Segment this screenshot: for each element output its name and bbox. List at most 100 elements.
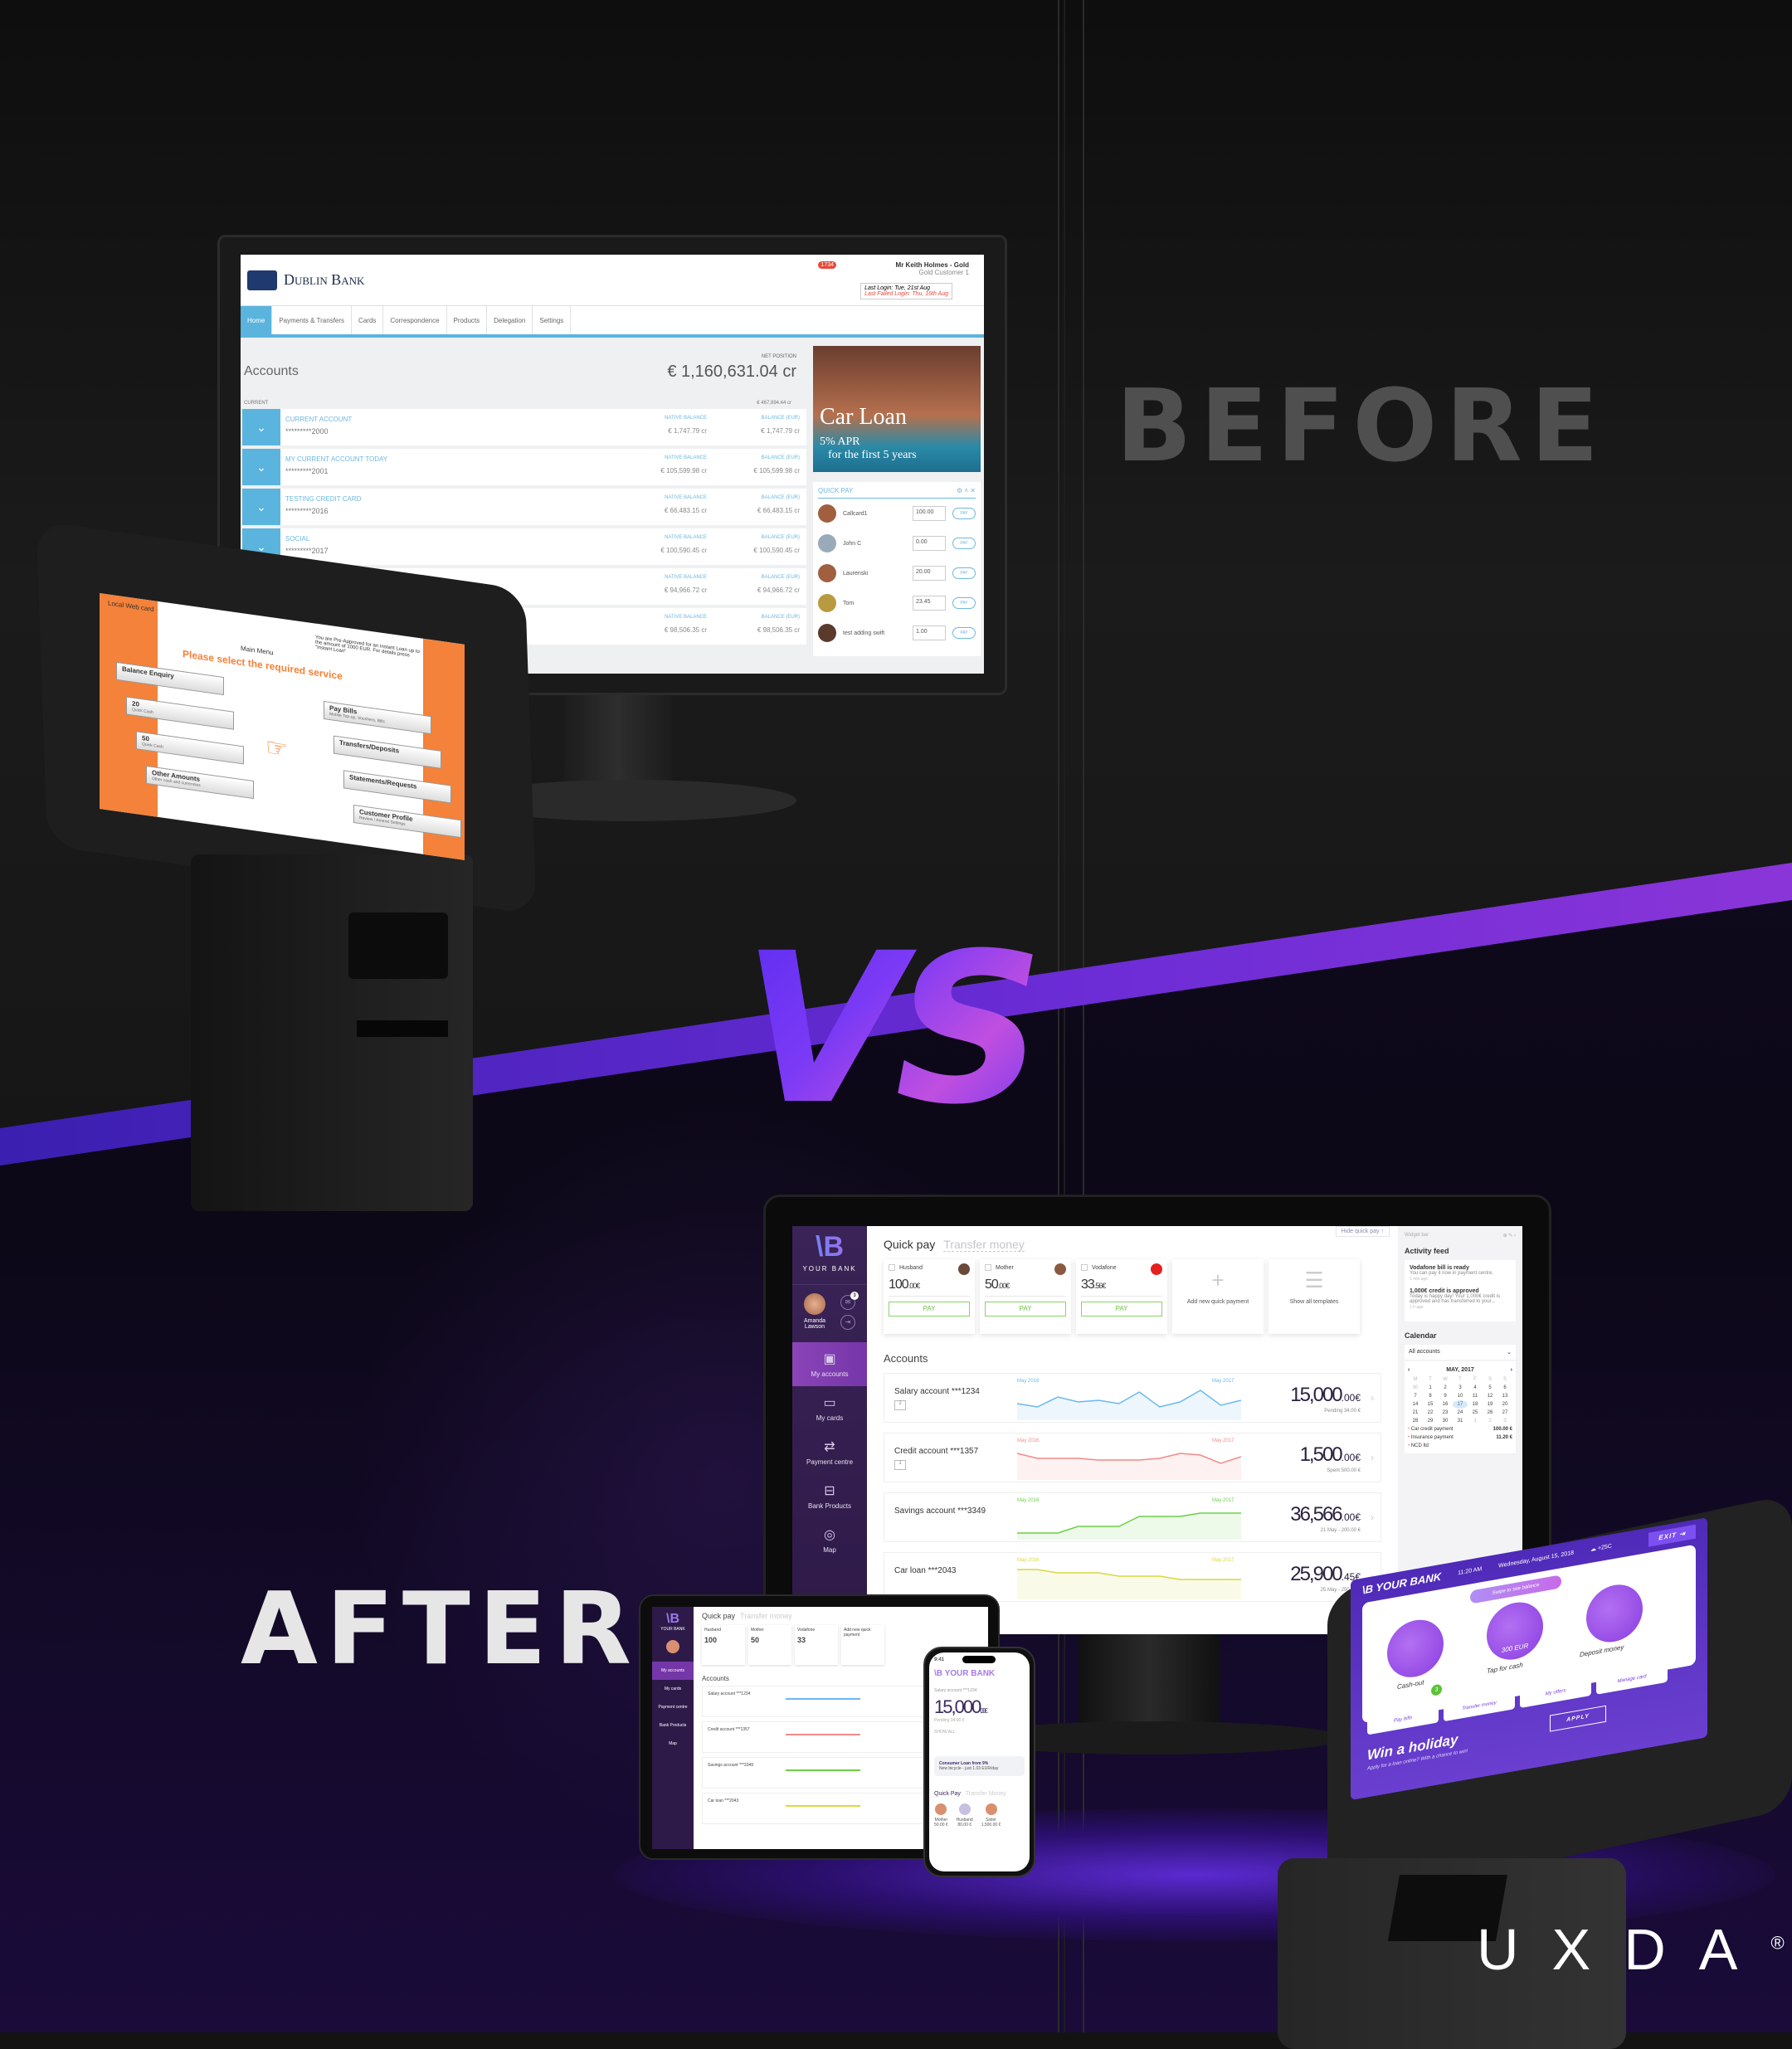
nav-home[interactable]: Home: [241, 306, 273, 334]
calendar-day[interactable]: 2: [1438, 1384, 1453, 1392]
account-row[interactable]: ⌄ CURRENT ACCOUNT *********2000 NATIVE BALA…: [242, 409, 806, 445]
amount-input[interactable]: 23.45: [913, 596, 946, 611]
calendar-day[interactable]: 1: [1468, 1417, 1483, 1425]
amount-input[interactable]: 1.00: [913, 625, 946, 640]
amount-input[interactable]: 100.00: [913, 506, 946, 521]
nav-settings[interactable]: Settings: [533, 306, 572, 334]
atm-btn-pay-bills[interactable]: Pay Bills Mobile Top-up, Vouchers, Bills: [324, 700, 431, 735]
prev-month-icon[interactable]: ‹: [1408, 1367, 1410, 1373]
calendar-day[interactable]: 22: [1423, 1409, 1438, 1417]
nav-map[interactable]: ◎ Map: [792, 1518, 867, 1562]
chevron-down-icon[interactable]: ⌄: [242, 489, 280, 525]
pay-button[interactable]: PAY: [889, 1302, 970, 1317]
calendar-event[interactable]: NCD ltd: [1408, 1442, 1512, 1450]
calendar-day[interactable]: 30: [1408, 1384, 1423, 1392]
deposit-money-button[interactable]: [1586, 1579, 1643, 1647]
calendar-event[interactable]: Car credit payment 100.00 €: [1408, 1425, 1512, 1433]
calendar-day[interactable]: 9: [1438, 1392, 1453, 1400]
nav-my-cards[interactable]: My cards: [652, 1680, 694, 1698]
nav-correspondence[interactable]: Correspondence: [383, 306, 447, 334]
pay-button[interactable]: PAY: [952, 508, 976, 519]
calendar-day[interactable]: 17: [1453, 1400, 1468, 1409]
show-all-link[interactable]: SHOW ALL: [934, 1730, 1025, 1735]
pay-button[interactable]: PAY: [952, 627, 976, 639]
chevron-right-icon[interactable]: ›: [1371, 1452, 1374, 1463]
widget-controls-icon[interactable]: ⊕ ✎ ›: [1503, 1233, 1516, 1239]
tab-transfer-money[interactable]: Transfer money: [740, 1612, 792, 1620]
tab-quick-pay[interactable]: Quick pay: [702, 1612, 735, 1620]
car-loan-banner[interactable]: Car Loan 5% APR for the first 5 years: [813, 346, 981, 472]
calendar-day[interactable]: 27: [1497, 1409, 1512, 1417]
nav-my-accounts[interactable]: My accounts: [652, 1662, 694, 1680]
nav-bank-products[interactable]: ⊟ Bank Products: [792, 1474, 867, 1518]
add-quick-payment-button[interactable]: + Add new quick payment: [1172, 1259, 1264, 1334]
quick-pay-card[interactable]: Mother 50: [748, 1625, 791, 1665]
calendar-day[interactable]: 2: [1483, 1417, 1497, 1425]
chevron-right-icon[interactable]: ›: [1371, 1511, 1374, 1523]
nav-payment-centre[interactable]: ⇄ Payment centre: [792, 1430, 867, 1474]
nav-payment-centre[interactable]: Payment centre: [652, 1698, 694, 1716]
calendar-day[interactable]: 10: [1453, 1392, 1468, 1400]
next-month-icon[interactable]: ›: [1511, 1367, 1512, 1373]
calendar-day[interactable]: 14: [1408, 1400, 1423, 1409]
calendar-day[interactable]: 23: [1438, 1409, 1453, 1417]
logout-icon[interactable]: ⇥: [840, 1315, 855, 1330]
pay-button[interactable]: PAY: [952, 538, 976, 549]
nav-bank-products[interactable]: Bank Products: [652, 1716, 694, 1735]
nav-my-accounts[interactable]: ▣ My accounts: [792, 1342, 867, 1386]
calendar-day[interactable]: 24: [1453, 1409, 1468, 1417]
calendar-day[interactable]: 25: [1468, 1409, 1483, 1417]
nav-map[interactable]: Map: [652, 1735, 694, 1753]
calendar-day[interactable]: 4: [1468, 1384, 1483, 1392]
widget-controls-icon[interactable]: ⚙ ˄ ✕: [957, 487, 976, 494]
atm-btn-other[interactable]: Other Amounts Other cash and currencies: [146, 765, 254, 800]
calendar-day[interactable]: 6: [1497, 1384, 1512, 1392]
apply-button[interactable]: APPLY: [1550, 1705, 1606, 1732]
calendar-day[interactable]: 30: [1438, 1417, 1453, 1425]
exit-button[interactable]: EXIT ⇥: [1648, 1524, 1696, 1547]
mail-icon[interactable]: ✉ 3: [840, 1292, 859, 1310]
calendar-day[interactable]: 15: [1423, 1400, 1438, 1409]
account-row[interactable]: Salary account ***1234 2 May 2016 May 2017 1…: [884, 1373, 1381, 1423]
chevron-down-icon[interactable]: ⌄: [242, 409, 280, 445]
calendar-event[interactable]: Insurance payment 11.20 €: [1408, 1433, 1512, 1442]
tab-transfer-money[interactable]: Transfer money: [943, 1238, 1025, 1252]
account-row[interactable]: ⌄ MY CURRENT ACCOUNT TODAY *********2001 NA…: [242, 449, 806, 485]
calendar-day[interactable]: 16: [1438, 1400, 1453, 1409]
calendar-day[interactable]: 8: [1423, 1392, 1438, 1400]
avatar[interactable]: [804, 1293, 825, 1315]
tab-quick-pay[interactable]: Quick Pay: [934, 1791, 961, 1797]
nav-my-cards[interactable]: ▭ My cards: [792, 1386, 867, 1430]
tab-transfer-money[interactable]: Transfer Money: [966, 1791, 1006, 1797]
quick-pay-card[interactable]: Vodafone 33: [795, 1625, 838, 1665]
calendar-day[interactable]: 5: [1483, 1384, 1497, 1392]
amount-input[interactable]: 20.00: [913, 566, 946, 581]
pay-button[interactable]: PAY: [952, 567, 976, 579]
pay-button[interactable]: PAY: [1081, 1302, 1162, 1317]
feed-item[interactable]: 1,000€ credit is approved Today is happy …: [1410, 1288, 1511, 1310]
pay-button[interactable]: PAY: [985, 1302, 1066, 1317]
contact[interactable]: Husband 80.00 €: [957, 1803, 973, 1828]
nav-delegation[interactable]: Delegation: [487, 306, 533, 334]
calendar-day[interactable]: 19: [1483, 1400, 1497, 1409]
amount-input[interactable]: 0.00: [913, 536, 946, 551]
account-row[interactable]: Credit account ***1357 1 May 2016 May 2017 1…: [884, 1433, 1381, 1482]
add-quick-payment-button[interactable]: Add new quick payment: [841, 1625, 884, 1665]
calendar-day[interactable]: 18: [1468, 1400, 1483, 1409]
calendar-day[interactable]: 26: [1483, 1409, 1497, 1417]
quick-pay-card[interactable]: Husband 100: [702, 1625, 745, 1665]
loan-promo-card[interactable]: Consumer Loan from 9% New bicycle - just …: [934, 1756, 1025, 1776]
chevron-down-icon[interactable]: ⌄: [242, 449, 280, 485]
calendar-day[interactable]: 7: [1408, 1392, 1423, 1400]
contact[interactable]: Sister 1,500.00 €: [981, 1803, 1001, 1828]
cash-out-button[interactable]: [1387, 1615, 1444, 1682]
account-filter-select[interactable]: All accounts ⌄: [1405, 1345, 1516, 1360]
nav-cards[interactable]: Cards: [352, 306, 384, 334]
chevron-right-icon[interactable]: ›: [1371, 1392, 1374, 1404]
tap-for-cash-button[interactable]: 300 EUR: [1487, 1598, 1543, 1665]
calendar-day[interactable]: 3: [1453, 1384, 1468, 1392]
show-templates-button[interactable]: ☰ Show all templates: [1269, 1259, 1360, 1334]
hide-quick-pay-button[interactable]: Hide quick pay ↑: [1335, 1226, 1390, 1237]
yb-logo[interactable]: \B: [792, 1231, 867, 1263]
calendar-day[interactable]: 1: [1423, 1384, 1438, 1392]
